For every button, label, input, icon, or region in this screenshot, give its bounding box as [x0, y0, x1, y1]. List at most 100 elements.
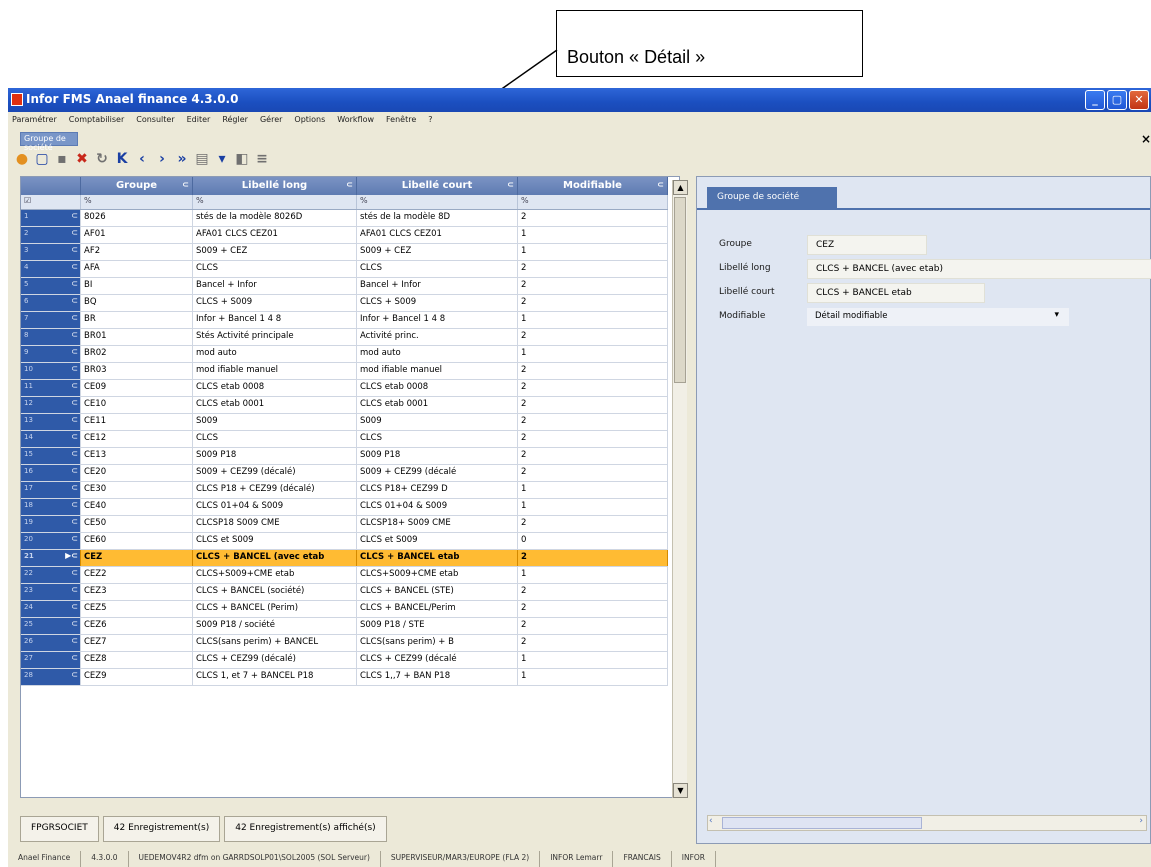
row-number[interactable]: 26 ⊂: [21, 635, 81, 651]
table-row[interactable]: 20 ⊂ CE60 CLCS et S009 CLCS et S009 0: [21, 533, 668, 550]
row-number[interactable]: 11 ⊂: [21, 380, 81, 396]
table-row[interactable]: 16 ⊂ CE20 S009 + CEZ99 (décalé) S009 + CEZ99…: [21, 465, 668, 482]
table-row[interactable]: 15 ⊂ CE13 S009 P18 S009 P18 2: [21, 448, 668, 465]
row-edit-icon[interactable]: ⊂: [71, 381, 78, 390]
table-row[interactable]: 27 ⊂ CEZ8 CLCS + CEZ99 (décalé) CLCS + CEZ99…: [21, 652, 668, 669]
prev-icon[interactable]: ‹: [134, 151, 150, 167]
row-number[interactable]: 1 ⊂: [21, 210, 81, 226]
row-edit-icon[interactable]: ⊂: [71, 585, 78, 594]
menu-item[interactable]: Workflow: [337, 115, 374, 130]
table-row[interactable]: 24 ⊂ CEZ5 CLCS + BANCEL (Perim) CLCS + BANCE…: [21, 601, 668, 618]
row-number[interactable]: 23 ⊂: [21, 584, 81, 600]
row-number[interactable]: 3 ⊂: [21, 244, 81, 260]
row-number[interactable]: 10 ⊂: [21, 363, 81, 379]
last-icon[interactable]: »: [174, 151, 190, 167]
table-row[interactable]: 5 ⊂ BI Bancel + Infor Bancel + Infor 2: [21, 278, 668, 295]
table-row[interactable]: 1 ⊂ 8026 stés de la modèle 8026D stés de la …: [21, 210, 668, 227]
document-close-icon[interactable]: ×: [1141, 132, 1151, 146]
table-row[interactable]: 22 ⊂ CEZ2 CLCS+S009+CME etab CLCS+S009+CME e…: [21, 567, 668, 584]
table-row[interactable]: 4 ⊂ AFA CLCS CLCS 2: [21, 261, 668, 278]
filter-groupe[interactable]: %: [81, 195, 193, 209]
delete-icon[interactable]: ✖: [74, 151, 90, 167]
table-row[interactable]: 3 ⊂ AF2 S009 + CEZ S009 + CEZ 1: [21, 244, 668, 261]
row-number[interactable]: 24 ⊂: [21, 601, 81, 617]
next-icon[interactable]: ›: [154, 151, 170, 167]
row-edit-icon[interactable]: ⊂: [71, 245, 78, 254]
table-row[interactable]: 11 ⊂ CE09 CLCS etab 0008 CLCS etab 0008 2: [21, 380, 668, 397]
row-number[interactable]: 7 ⊂: [21, 312, 81, 328]
menu-item[interactable]: ?: [428, 115, 432, 130]
row-number[interactable]: 17 ⊂: [21, 482, 81, 498]
table-row[interactable]: 23 ⊂ CEZ3 CLCS + BANCEL (société) CLCS + BAN…: [21, 584, 668, 601]
row-edit-icon[interactable]: ⊂: [71, 313, 78, 322]
row-edit-icon[interactable]: ▶⊂: [65, 551, 78, 560]
row-edit-icon[interactable]: ⊂: [71, 296, 78, 305]
row-edit-icon[interactable]: ⊂: [71, 619, 78, 628]
document-tab[interactable]: Groupe de société: [20, 132, 78, 152]
table-row[interactable]: 21 ▶⊂ CEZ CLCS + BANCEL (avec etab CLCS + BA…: [21, 550, 668, 567]
row-number[interactable]: 12 ⊂: [21, 397, 81, 413]
table-row[interactable]: 12 ⊂ CE10 CLCS etab 0001 CLCS etab 0001 2: [21, 397, 668, 414]
row-edit-icon[interactable]: ⊂: [71, 483, 78, 492]
table-row[interactable]: 25 ⊂ CEZ6 S009 P18 / société S009 P18 / STE 2: [21, 618, 668, 635]
row-number[interactable]: 19 ⊂: [21, 516, 81, 532]
maximize-button[interactable]: ▢: [1107, 90, 1127, 110]
row-number[interactable]: 21 ▶⊂: [21, 550, 81, 566]
row-edit-icon[interactable]: ⊂: [71, 653, 78, 662]
new-icon[interactable]: ▢: [34, 151, 50, 167]
column-header-libelle-long[interactable]: Libellé long ⊂: [193, 177, 357, 195]
row-number[interactable]: 15 ⊂: [21, 448, 81, 464]
row-edit-icon[interactable]: ⊂: [71, 534, 78, 543]
h-scroll-thumb[interactable]: [722, 817, 922, 829]
close-button[interactable]: ✕: [1129, 90, 1149, 110]
table-row[interactable]: 26 ⊂ CEZ7 CLCS(sans perim) + BANCEL CLCS(san…: [21, 635, 668, 652]
row-number[interactable]: 25 ⊂: [21, 618, 81, 634]
menu-item[interactable]: Gérer: [260, 115, 282, 130]
row-edit-icon[interactable]: ⊂: [71, 211, 78, 220]
detail-tab[interactable]: Groupe de société: [707, 187, 837, 209]
table-row[interactable]: 2 ⊂ AF01 AFA01 CLCS CEZ01 AFA01 CLCS CEZ01 1: [21, 227, 668, 244]
export-icon[interactable]: ◧: [234, 151, 250, 167]
table-row[interactable]: 8 ⊂ BR01 Stés Activité principale Activité p…: [21, 329, 668, 346]
row-edit-icon[interactable]: ⊂: [71, 415, 78, 424]
filter-libelle-court[interactable]: %: [357, 195, 518, 209]
table-row[interactable]: 19 ⊂ CE50 CLCSP18 S009 CME CLCSP18+ S009 CME…: [21, 516, 668, 533]
row-edit-icon[interactable]: ⊂: [71, 636, 78, 645]
row-number[interactable]: 5 ⊂: [21, 278, 81, 294]
row-number[interactable]: 4 ⊂: [21, 261, 81, 277]
menu-item[interactable]: Comptabiliser: [69, 115, 125, 130]
table-row[interactable]: 18 ⊂ CE40 CLCS 01+04 & S009 CLCS 01+04 & S00…: [21, 499, 668, 516]
menu-item[interactable]: Fenêtre: [386, 115, 416, 130]
row-edit-icon[interactable]: ⊂: [71, 398, 78, 407]
row-number[interactable]: 8 ⊂: [21, 329, 81, 345]
table-row[interactable]: 13 ⊂ CE11 S009 S009 2: [21, 414, 668, 431]
scroll-up-icon[interactable]: ▲: [673, 180, 688, 195]
table-row[interactable]: 6 ⊂ BQ CLCS + S009 CLCS + S009 2: [21, 295, 668, 312]
row-edit-icon[interactable]: ⊂: [71, 466, 78, 475]
row-edit-icon[interactable]: ⊂: [71, 670, 78, 679]
detail-icon[interactable]: ≡: [254, 151, 270, 167]
grid-vertical-scrollbar[interactable]: ▲ ▼: [672, 180, 688, 798]
scroll-left-icon[interactable]: ‹: [709, 816, 713, 826]
detail-horizontal-scrollbar[interactable]: ‹ ›: [707, 815, 1147, 831]
row-number[interactable]: 16 ⊂: [21, 465, 81, 481]
filter-toggle-icon[interactable]: ☑: [21, 195, 81, 209]
row-edit-icon[interactable]: ⊂: [71, 330, 78, 339]
row-number[interactable]: 27 ⊂: [21, 652, 81, 668]
menu-item[interactable]: Consulter: [136, 115, 174, 130]
row-edit-icon[interactable]: ⊂: [71, 279, 78, 288]
row-edit-icon[interactable]: ⊂: [71, 449, 78, 458]
row-edit-icon[interactable]: ⊂: [71, 602, 78, 611]
row-number[interactable]: 28 ⊂: [21, 669, 81, 685]
row-edit-icon[interactable]: ⊂: [71, 262, 78, 271]
table-row[interactable]: 7 ⊂ BR Infor + Bancel 1 4 8 Infor + Bancel 1…: [21, 312, 668, 329]
scroll-thumb[interactable]: [674, 197, 686, 383]
column-header-libelle-court[interactable]: Libellé court ⊂: [357, 177, 518, 195]
print-icon[interactable]: ▤: [194, 151, 210, 167]
save-icon[interactable]: ▪: [54, 151, 70, 167]
menu-item[interactable]: Options: [294, 115, 325, 130]
row-number[interactable]: 14 ⊂: [21, 431, 81, 447]
row-number[interactable]: 20 ⊂: [21, 533, 81, 549]
row-edit-icon[interactable]: ⊂: [71, 500, 78, 509]
column-header-groupe[interactable]: Groupe ⊂: [81, 177, 193, 195]
